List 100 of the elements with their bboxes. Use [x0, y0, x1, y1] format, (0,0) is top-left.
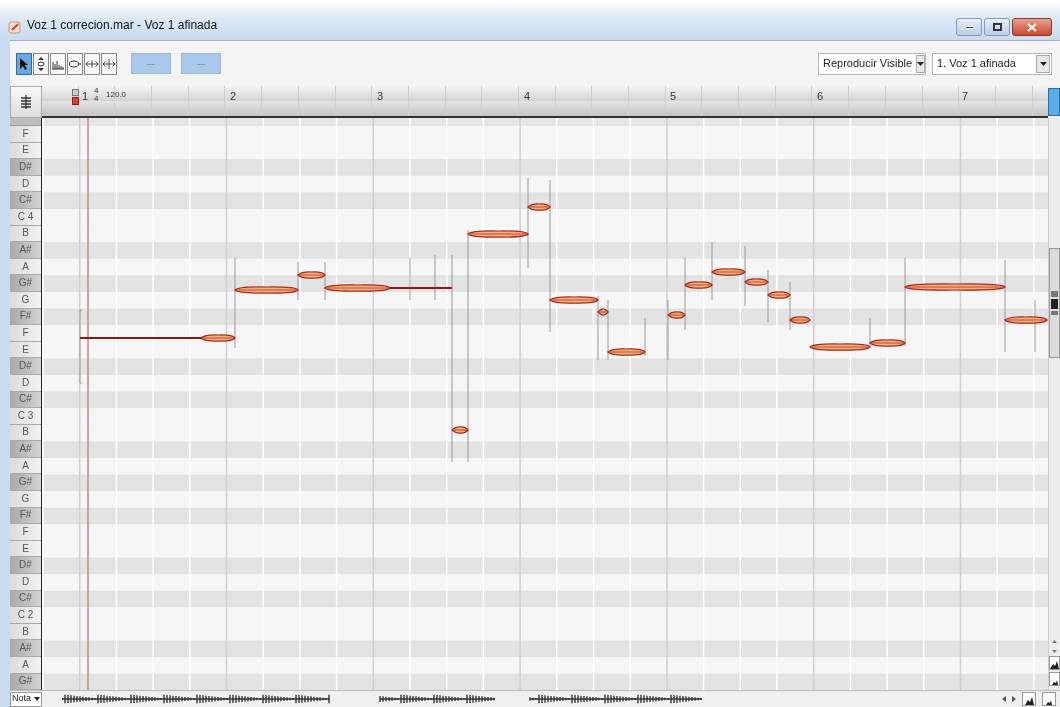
- piano-key: F: [10, 524, 41, 541]
- ruler-tile: [225, 86, 263, 116]
- locator-marker-icon: [72, 97, 79, 105]
- ruler-tile: [995, 86, 1033, 116]
- note-blob[interactable]: [467, 230, 529, 238]
- piano-key: A: [10, 657, 41, 674]
- piano-key: D#: [10, 557, 41, 575]
- ruler-tile: [445, 86, 483, 116]
- tempo-value: 120.0: [106, 89, 127, 101]
- ruler-tile: [812, 86, 850, 116]
- score-icon: [21, 95, 31, 109]
- tool-button[interactable]: [33, 52, 49, 75]
- note-blob[interactable]: [527, 203, 551, 211]
- note-blob[interactable]: [684, 281, 713, 289]
- maximize-button[interactable]: [984, 18, 1010, 36]
- tool-button[interactable]: —: [181, 53, 221, 74]
- mode-dropdown[interactable]: Nota: [10, 691, 42, 707]
- window-title: Voz 1 correcion.mar - Voz 1 afinada: [27, 17, 218, 34]
- zoom-out-icon[interactable]: [1042, 692, 1056, 706]
- time-signature-denominator: 4: [94, 95, 99, 103]
- tool-button[interactable]: [67, 52, 83, 75]
- dropdown-value: 1. Voz 1 afinada: [936, 56, 1017, 72]
- piano-key: G#: [10, 275, 41, 292]
- piano-key: G#: [10, 474, 41, 492]
- tool-button[interactable]: [16, 52, 32, 75]
- ruler-tile: [555, 86, 593, 116]
- dropdown-value: Reproducir Visible: [822, 56, 914, 72]
- stretch-icon: [85, 58, 99, 69]
- note-blob[interactable]: [234, 286, 299, 294]
- ruler-tile: [152, 86, 189, 116]
- zoom-in-icon[interactable]: [1049, 656, 1060, 670]
- note-blob[interactable]: [597, 308, 609, 316]
- app-icon: [8, 20, 22, 34]
- scroll-right-icon[interactable]: [1012, 696, 1016, 702]
- pointer-icon: [19, 56, 29, 71]
- bar-number: 1: [82, 89, 89, 104]
- note-blob[interactable]: [1004, 316, 1048, 324]
- ruler-tile: [629, 86, 666, 116]
- split-icon: [102, 57, 116, 70]
- piano-key: C#: [10, 192, 41, 209]
- bar-number: 3: [377, 89, 384, 104]
- scroll-left-icon[interactable]: [1002, 696, 1006, 702]
- ruler-tile: [482, 86, 519, 116]
- notation-toggle-button[interactable]: [10, 86, 42, 118]
- bar-number: 7: [962, 89, 969, 104]
- bar-number: 2: [230, 89, 237, 104]
- zoom-out-icon[interactable]: [1049, 672, 1060, 686]
- ruler-tile: [592, 86, 629, 116]
- piano-key: F: [10, 126, 41, 143]
- note-blob[interactable]: [297, 271, 326, 279]
- note-blob[interactable]: [767, 291, 791, 299]
- note-blob[interactable]: [451, 426, 469, 434]
- zoom-in-icon[interactable]: [1022, 692, 1036, 706]
- piano-key: G: [10, 491, 41, 508]
- ruler-tile: [922, 86, 960, 116]
- tool-button[interactable]: —: [131, 53, 171, 74]
- note-blob[interactable]: [711, 268, 746, 276]
- ruler-tile: [42, 86, 79, 116]
- dropdown[interactable]: 1. Voz 1 afinada: [932, 52, 1052, 75]
- minimize-icon: [964, 25, 974, 29]
- piano-key: F: [10, 325, 41, 342]
- piano-key: D#: [10, 358, 41, 375]
- ruler-tile: [849, 86, 886, 116]
- note-blob[interactable]: [869, 339, 906, 347]
- note-blob[interactable]: [607, 348, 646, 356]
- note-blob[interactable]: [324, 284, 453, 292]
- ruler-tile: [518, 86, 556, 116]
- dropdown-arrow-icon: [34, 697, 40, 701]
- piano-key: A#: [10, 441, 41, 458]
- dropdown[interactable]: Reproducir Visible: [818, 52, 926, 75]
- maximize-icon: [992, 23, 1002, 31]
- note-blob[interactable]: [789, 316, 811, 324]
- ruler-tile: [665, 86, 703, 116]
- piano-key: C 2: [10, 607, 41, 624]
- piano-key: D#: [10, 159, 41, 176]
- note-blob[interactable]: [667, 311, 686, 319]
- bar-number: 4: [524, 89, 531, 104]
- note-blob[interactable]: [744, 278, 769, 286]
- ruler-tile: [188, 86, 226, 116]
- scrollbar-thumb[interactable]: [1049, 248, 1060, 358]
- note-blob[interactable]: [809, 343, 871, 351]
- note-blob[interactable]: [549, 296, 599, 304]
- caret-icon: [1039, 61, 1047, 66]
- piano-key: C 3: [10, 408, 41, 425]
- piano-key: A#: [10, 640, 41, 657]
- ruler-tile: [959, 86, 996, 116]
- ruler-tile: [775, 86, 813, 116]
- oval-icon: [68, 58, 82, 69]
- piano-key: D: [10, 574, 41, 591]
- note-blob[interactable]: [904, 283, 1006, 291]
- close-button[interactable]: [1012, 18, 1052, 36]
- ruler-tile: [739, 86, 776, 116]
- piano-key: A#: [10, 242, 41, 259]
- caret-icon: [917, 61, 925, 66]
- cycle-icon: [72, 89, 79, 96]
- pitch-icon: [36, 55, 46, 72]
- ruler-tile: [702, 86, 740, 116]
- close-icon: [1027, 22, 1037, 32]
- ruler-tile: [298, 86, 336, 116]
- note-blob[interactable]: [79, 334, 236, 342]
